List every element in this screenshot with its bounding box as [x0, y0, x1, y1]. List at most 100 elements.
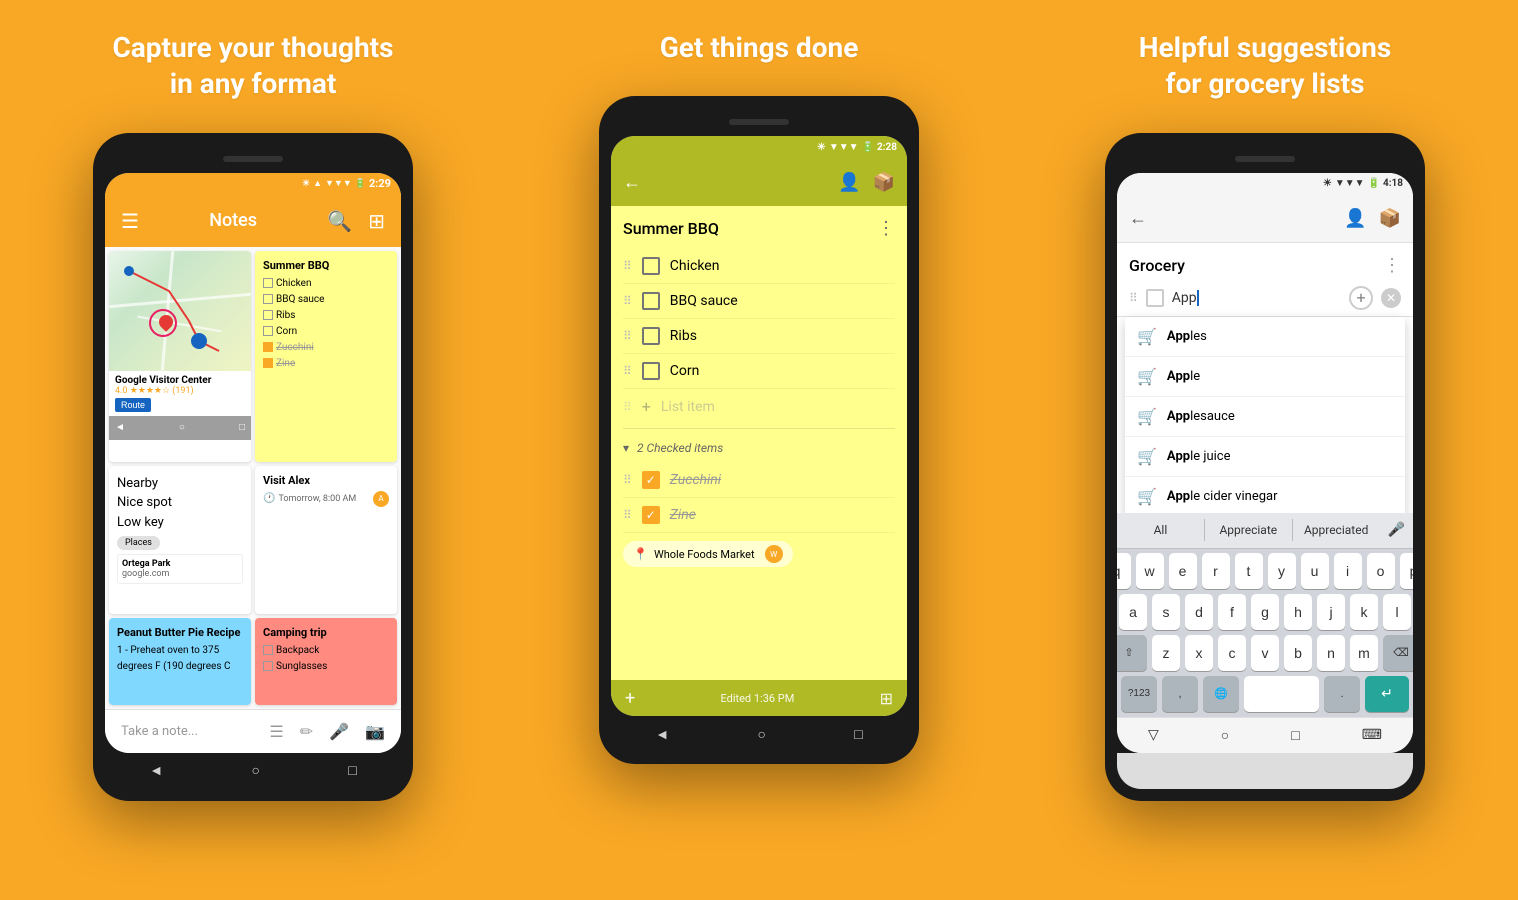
suggestion-apple-juice[interactable]: 🛒 Apple juice [1125, 437, 1405, 477]
kbd-sug-appreciated[interactable]: Appreciated [1293, 519, 1380, 541]
checkbox-corn[interactable] [642, 362, 660, 380]
keyboard-btn-3[interactable]: ⌨ [1362, 727, 1382, 743]
key-h[interactable]: h [1284, 594, 1312, 630]
note-card-pie[interactable]: Peanut Butter Pie Recipe 1 - Preheat ove… [109, 618, 251, 705]
ortega-link[interactable]: Ortega Park google.com [117, 554, 243, 584]
key-m[interactable]: m [1350, 635, 1378, 671]
key-space[interactable] [1244, 676, 1319, 712]
key-z[interactable]: z [1152, 635, 1180, 671]
key-globe[interactable]: 🌐 [1203, 676, 1239, 712]
key-y[interactable]: y [1268, 553, 1296, 589]
archive-icon-2[interactable]: 📦 [873, 172, 895, 193]
key-o[interactable]: o [1367, 553, 1395, 589]
note-card-map[interactable]: Google Visitor Center 4.0 ★★★★☆ (191) Ro… [109, 251, 251, 462]
suggestion-apple[interactable]: 🛒 Apple [1125, 357, 1405, 397]
suggestion-apples[interactable]: 🛒 Apples [1125, 317, 1405, 357]
key-shift[interactable]: ⇧ [1117, 635, 1147, 671]
checklist-item-corn[interactable]: ⠿ Corn [623, 354, 895, 389]
more-icon-3[interactable]: ⋮ [1383, 255, 1401, 276]
kbd-mic-icon[interactable]: 🎤 [1380, 518, 1413, 542]
camera-icon[interactable]: 📷 [365, 722, 385, 741]
key-w[interactable]: w [1136, 553, 1164, 589]
key-r[interactable]: r [1202, 553, 1230, 589]
recent-btn-2[interactable]: □ [854, 726, 862, 743]
checklist-item-zucchini[interactable]: ⠿ ✓ Zucchini [623, 463, 895, 498]
back-icon-2[interactable]: ← [623, 172, 641, 193]
key-n[interactable]: n [1317, 635, 1345, 671]
key-x[interactable]: x [1185, 635, 1213, 671]
key-b[interactable]: b [1284, 635, 1312, 671]
key-k[interactable]: k [1350, 594, 1378, 630]
key-i[interactable]: i [1334, 553, 1362, 589]
checkbox-zine[interactable]: ✓ [642, 506, 660, 524]
checked-items-row[interactable]: ▾ 2 Checked items [623, 433, 895, 463]
kbd-sug-all[interactable]: All [1117, 519, 1205, 541]
home-btn-2[interactable]: ○ [757, 726, 765, 743]
checkbox-zucchini[interactable]: ✓ [642, 471, 660, 489]
back-icon-3[interactable]: ← [1129, 208, 1147, 229]
mic-icon[interactable]: 🎤 [329, 722, 349, 741]
key-123[interactable]: ?123 [1121, 676, 1157, 712]
back-btn-3[interactable]: ▽ [1148, 727, 1159, 743]
key-t[interactable]: t [1235, 553, 1263, 589]
person-icon-2[interactable]: 👤 [838, 172, 860, 193]
checklist-item-ribs[interactable]: ⠿ Ribs [623, 319, 895, 354]
take-note-placeholder[interactable]: Take a note... [121, 724, 269, 739]
route-button[interactable]: Route [115, 398, 151, 412]
list-item-placeholder[interactable]: ⠿ + List item [623, 389, 895, 424]
back-btn-1[interactable]: ◄ [149, 762, 163, 779]
list-icon[interactable]: ☰ [269, 722, 283, 741]
home-btn-1[interactable]: ○ [251, 762, 259, 779]
draw-icon[interactable]: ✏ [300, 722, 313, 741]
recent-btn-3[interactable]: □ [1291, 727, 1299, 744]
key-u[interactable]: u [1301, 553, 1329, 589]
person-icon-3[interactable]: 👤 [1344, 208, 1366, 229]
suggestion-apple-cider[interactable]: 🛒 Apple cider vinegar [1125, 477, 1405, 513]
key-q[interactable]: q [1117, 553, 1131, 589]
input-value[interactable]: App [1172, 290, 1199, 306]
key-d[interactable]: d [1185, 594, 1213, 630]
checkbox-ribs[interactable] [642, 327, 660, 345]
checkbox-input[interactable] [1146, 289, 1164, 307]
menu-icon[interactable]: ☰ [121, 209, 139, 233]
key-p[interactable]: p [1400, 553, 1414, 589]
note-card-nearby[interactable]: NearbyNice spotLow key Places Ortega Par… [109, 466, 251, 614]
key-s[interactable]: s [1152, 594, 1180, 630]
key-period[interactable]: . [1324, 676, 1360, 712]
suggestion-applesauce[interactable]: 🛒 Applesauce [1125, 397, 1405, 437]
add-row-btn[interactable]: + [1349, 286, 1373, 310]
checklist-item-zine[interactable]: ⠿ ✓ Zine [623, 498, 895, 533]
visit-time-row: 🕐 Tomorrow, 8:00 AM A [263, 491, 389, 507]
clear-input-btn[interactable]: ✕ [1381, 288, 1401, 308]
key-enter[interactable]: ↵ [1365, 676, 1409, 712]
location-chip[interactable]: 📍 Whole Foods Market W [623, 541, 793, 567]
back-btn-2[interactable]: ◄ [655, 726, 669, 743]
key-j[interactable]: j [1317, 594, 1345, 630]
checkbox-bbq[interactable] [642, 292, 660, 310]
key-v[interactable]: v [1251, 635, 1279, 671]
key-e[interactable]: e [1169, 553, 1197, 589]
note-card-camping[interactable]: Camping trip Backpack Sunglasses [255, 618, 397, 705]
add-item-btn[interactable]: + [625, 688, 635, 709]
recent-btn-1[interactable]: □ [348, 762, 356, 779]
checklist-item-chicken[interactable]: ⠿ Chicken [623, 249, 895, 284]
more-options-btn[interactable]: ⊞ [880, 689, 893, 708]
note-card-bbq[interactable]: Summer BBQ Chicken BBQ sauce Ribs Corn Z… [255, 251, 397, 462]
grid-icon[interactable]: ⊞ [368, 209, 385, 233]
key-l[interactable]: l [1383, 594, 1411, 630]
key-backspace[interactable]: ⌫ [1383, 635, 1413, 671]
key-a[interactable]: a [1119, 594, 1147, 630]
archive-icon-3[interactable]: 📦 [1379, 208, 1401, 229]
home-btn-3[interactable]: ○ [1221, 727, 1229, 744]
key-c[interactable]: c [1218, 635, 1246, 671]
checkbox-chicken[interactable] [642, 257, 660, 275]
more-icon[interactable]: ⋮ [877, 218, 895, 239]
search-icon[interactable]: 🔍 [327, 209, 352, 233]
key-g[interactable]: g [1251, 594, 1279, 630]
key-comma[interactable]: , [1162, 676, 1198, 712]
key-f[interactable]: f [1218, 594, 1246, 630]
checklist-item-bbq[interactable]: ⠿ BBQ sauce [623, 284, 895, 319]
add-circle-icon[interactable]: + [1349, 286, 1373, 310]
note-card-visit[interactable]: Visit Alex 🕐 Tomorrow, 8:00 AM A [255, 466, 397, 614]
kbd-sug-appreciate[interactable]: Appreciate [1205, 519, 1293, 541]
